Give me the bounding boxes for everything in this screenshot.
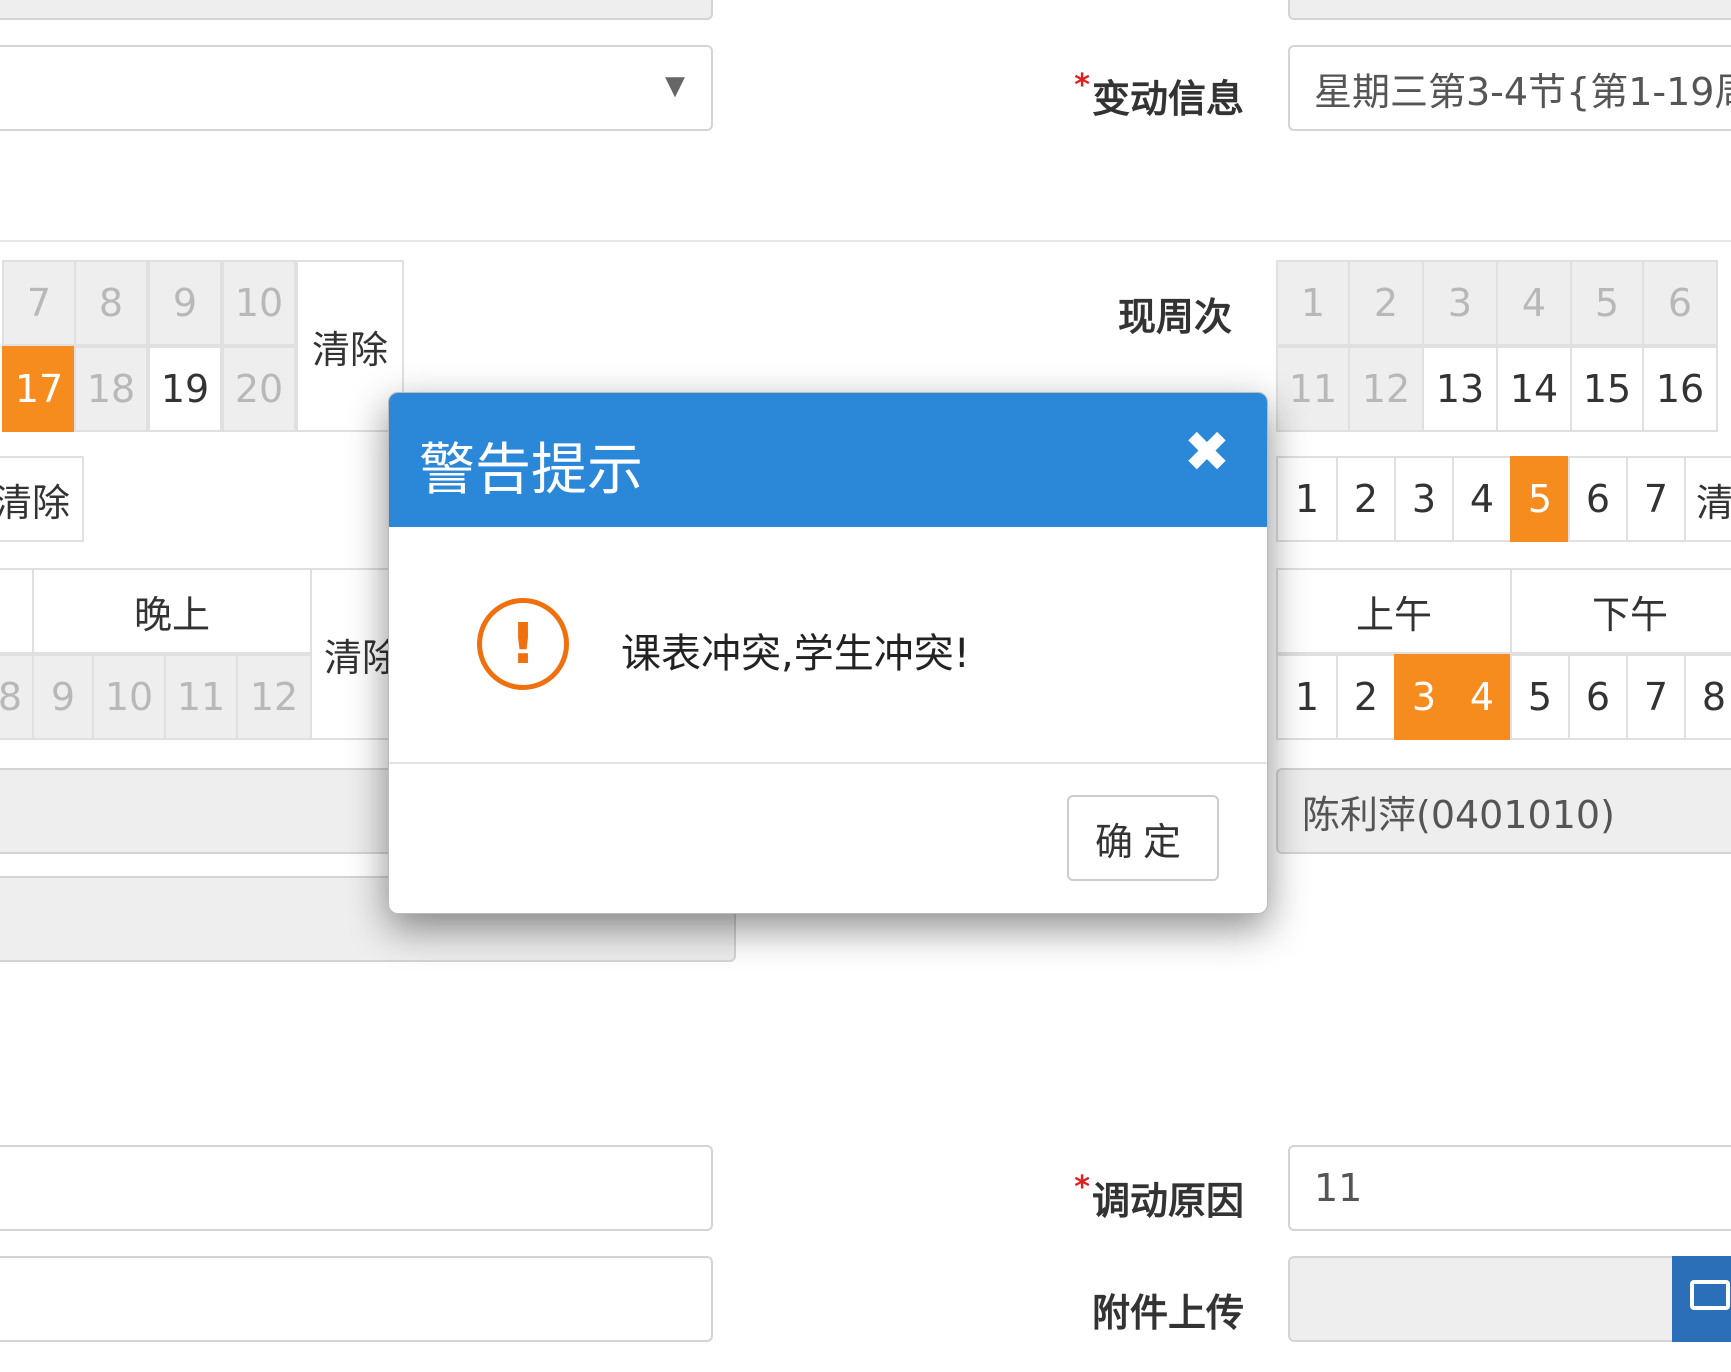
reason-label: *调动原因 [1000, 1170, 1244, 1225]
folder-icon [1690, 1280, 1730, 1310]
right-week-cell[interactable]: 6 [1642, 260, 1718, 346]
left-week-cell[interactable]: 19 [148, 346, 222, 432]
left-period-cell[interactable]: 8 [0, 654, 34, 740]
left-period-cell[interactable]: 11 [164, 654, 238, 740]
right-day-cell[interactable]: 1 [1276, 456, 1338, 542]
right-period-cell[interactable]: 5 [1510, 654, 1570, 740]
dialog-title: 警告提示 [419, 438, 643, 503]
required-mark: * [1074, 68, 1090, 103]
reason-label-text: 调动原因 [1091, 1179, 1244, 1223]
left-gray-field-1[interactable] [0, 768, 410, 854]
right-day-cell[interactable]: 3 [1394, 456, 1454, 542]
left-week-cell[interactable]: 7 [2, 260, 76, 346]
right-week-cell[interactable]: 11 [1276, 346, 1350, 432]
left-input-2[interactable] [0, 1256, 713, 1342]
left-period-grid: 晚上 8 9 10 11 12 清除 [0, 568, 410, 740]
right-week-cell[interactable]: 14 [1496, 346, 1572, 432]
top-right-field[interactable] [1288, 0, 1731, 20]
right-day-clear-button[interactable]: 清 [1684, 456, 1731, 542]
right-week-cell[interactable]: 1 [1276, 260, 1350, 346]
left-period-header-evening: 晚上 [32, 568, 312, 654]
right-period-cell-selected[interactable]: 3 [1394, 654, 1454, 740]
top-left-field[interactable] [0, 0, 713, 20]
right-day-cell[interactable]: 6 [1568, 456, 1628, 542]
reason-input[interactable]: 11 [1288, 1145, 1731, 1231]
left-period-header-blank [0, 568, 34, 654]
change-info-label-text: 变动信息 [1091, 77, 1244, 121]
right-week-grid: 1 2 3 4 5 6 11 12 13 14 15 16 [1276, 260, 1731, 432]
left-period-cell[interactable]: 9 [32, 654, 94, 740]
current-week-label: 现周次 [1117, 295, 1232, 339]
right-period-header-afternoon: 下午 [1510, 568, 1731, 654]
right-week-cell[interactable]: 16 [1642, 346, 1718, 432]
chevron-down-icon: ▼ [665, 71, 685, 101]
right-day-row: 1 2 3 4 5 6 7 清 [1276, 456, 1731, 542]
right-week-cell[interactable]: 13 [1422, 346, 1498, 432]
ok-button[interactable]: 确定 [1067, 795, 1219, 881]
right-week-cell[interactable]: 12 [1348, 346, 1424, 432]
left-week-cell[interactable]: 8 [74, 260, 148, 346]
warning-dialog: 警告提示 ✖ ! 课表冲突,学生冲突! 确定 [388, 392, 1268, 914]
right-period-cell[interactable]: 6 [1568, 654, 1628, 740]
required-mark: * [1074, 1170, 1090, 1205]
right-week-cell[interactable]: 4 [1496, 260, 1572, 346]
left-input-1[interactable] [0, 1145, 713, 1231]
right-period-cell[interactable]: 2 [1336, 654, 1396, 740]
right-day-cell[interactable]: 4 [1452, 456, 1512, 542]
right-period-header-morning: 上午 [1276, 568, 1512, 654]
right-period-grid: 上午 下午 1 2 3 4 5 6 7 8 [1276, 568, 1731, 740]
right-week-cell[interactable]: 2 [1348, 260, 1424, 346]
right-day-cell-selected[interactable]: 5 [1510, 456, 1570, 542]
right-period-cell[interactable]: 1 [1276, 654, 1338, 740]
close-icon[interactable]: ✖ [1177, 423, 1237, 483]
section-divider [0, 240, 1731, 242]
left-select[interactable]: ▼ [0, 45, 713, 131]
right-day-cell[interactable]: 7 [1626, 456, 1686, 542]
attachment-input[interactable] [1288, 1256, 1678, 1342]
dialog-message: 课表冲突,学生冲突! [621, 631, 970, 677]
right-period-cell[interactable]: 7 [1626, 654, 1686, 740]
left-day-clear-button[interactable]: 清除 [0, 456, 84, 542]
left-period-cell[interactable]: 12 [236, 654, 312, 740]
right-period-cell-selected[interactable]: 4 [1452, 654, 1512, 740]
attachment-label: 附件上传 [1091, 1291, 1244, 1335]
dialog-footer-divider [389, 762, 1267, 764]
left-week-cell[interactable]: 9 [148, 260, 222, 346]
change-info-input[interactable]: 星期三第3-4节{第1-19周 [1288, 45, 1731, 131]
left-week-cell[interactable]: 10 [222, 260, 296, 346]
left-week-grid: 7 8 9 10 17 18 19 20 清除 [0, 260, 405, 432]
change-info-label: *变动信息 [1000, 68, 1244, 123]
right-day-cell[interactable]: 2 [1336, 456, 1396, 542]
right-week-cell[interactable]: 3 [1422, 260, 1498, 346]
attachment-browse-button[interactable] [1672, 1256, 1731, 1342]
left-week-cell[interactable]: 18 [74, 346, 148, 432]
warning-icon: ! [477, 598, 569, 690]
right-week-cell[interactable]: 15 [1570, 346, 1644, 432]
left-week-cell-selected[interactable]: 17 [2, 346, 76, 432]
teacher-field: 陈利萍(0401010) [1276, 768, 1731, 854]
dialog-header: 警告提示 ✖ [389, 393, 1267, 527]
left-period-cell[interactable]: 10 [92, 654, 166, 740]
right-week-cell[interactable]: 5 [1570, 260, 1644, 346]
left-week-cell[interactable]: 20 [222, 346, 296, 432]
right-period-cell[interactable]: 8 [1684, 654, 1731, 740]
